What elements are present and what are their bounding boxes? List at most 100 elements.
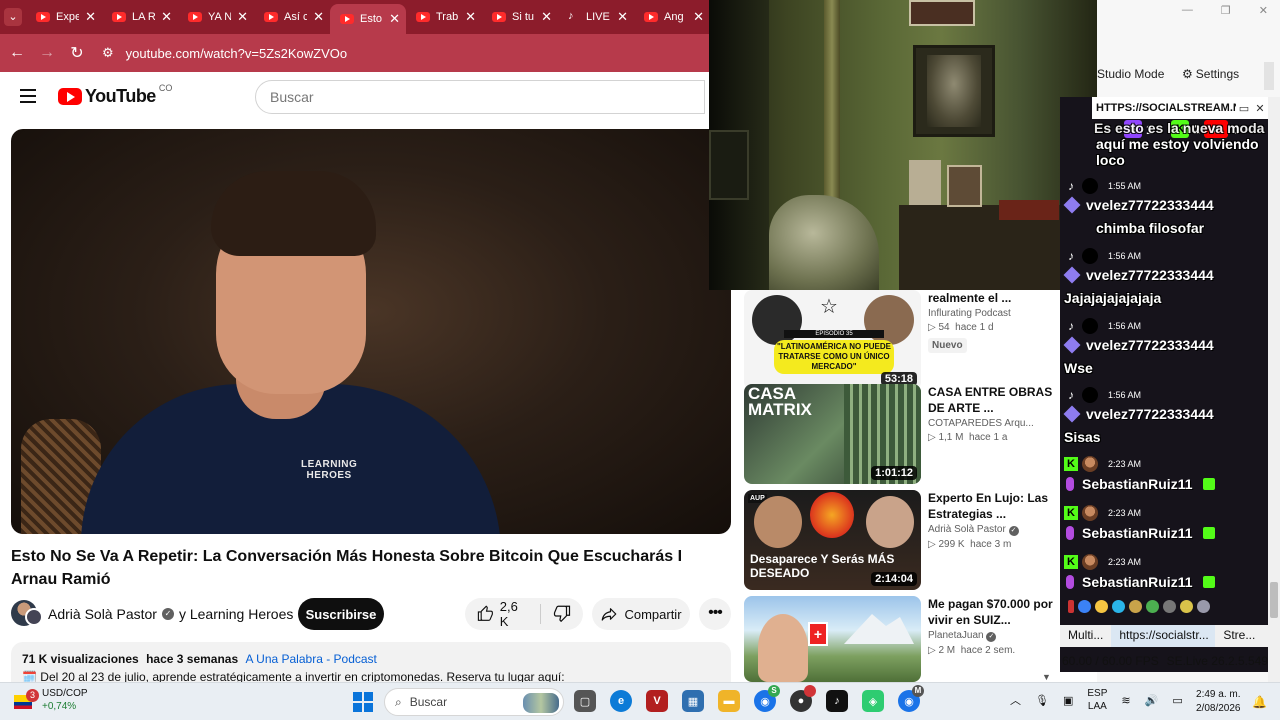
notification-bell-icon[interactable]: 🔔 (1252, 695, 1267, 709)
browser-tab[interactable]: Así c ✕ (254, 0, 330, 34)
chat-username: SebastianRuiz11 (1066, 476, 1215, 492)
file-explorer-icon[interactable]: ▬ (718, 690, 740, 712)
minimize-icon[interactable]: — (1182, 4, 1193, 16)
chrome-icon[interactable]: ◉ S (754, 685, 780, 712)
language-indicator[interactable]: ESP LAA (1087, 687, 1107, 713)
taskbar-search[interactable]: ⌕ Buscar (384, 688, 564, 716)
subscribe-button[interactable]: Suscribirse (298, 598, 384, 630)
browser-tab[interactable]: LA R ✕ (102, 0, 178, 34)
recording-badge (804, 685, 816, 697)
recommended-video[interactable]: + Me pagan $70.000 por vivir en SUIZ... … (744, 596, 1054, 696)
recommended-title[interactable]: Me pagan $70.000 por vivir en SUIZ... (928, 596, 1054, 628)
close-tab-icon[interactable]: ✕ (465, 9, 476, 25)
video-thumbnail[interactable]: ☆ EPISODIO 35 "LATINOAMÉRICA NO PUEDE TR… (744, 290, 921, 390)
chat-username: vvelez77722333444 (1063, 405, 1214, 423)
close-tab-icon[interactable]: ✕ (693, 9, 704, 25)
url-field[interactable]: ⚙ youtube.com/watch?v=5Zs2KowZVOo (102, 45, 347, 61)
video-thumbnail[interactable]: + (744, 596, 921, 682)
webcam-small-frame (909, 0, 975, 26)
tab-search-button[interactable]: ⌄ (0, 0, 26, 34)
scroll-down-arrow-icon[interactable]: ▼ (1042, 672, 1051, 682)
recommended-title[interactable]: realmente el ... (928, 290, 1054, 306)
tab-label: Si tu (512, 11, 535, 23)
display-icon[interactable]: ▣ (1063, 694, 1073, 707)
recommended-title[interactable]: Experto En Lujo: Las Estrategias ... (928, 490, 1054, 522)
chevron-up-icon[interactable]: ︿ (1010, 692, 1021, 708)
podcast-link[interactable]: A Una Palabra - Podcast (245, 652, 376, 666)
more-actions-button[interactable]: ••• (699, 598, 731, 630)
tab-label: LIVE (586, 11, 610, 23)
channel-name[interactable]: Adrià Solà Pastor ✓ y Learning Heroes (48, 606, 293, 622)
youtube-logo[interactable]: YouTube CO (58, 83, 172, 107)
close-icon[interactable]: ✕ (1259, 4, 1268, 17)
back-button[interactable]: ← (2, 44, 32, 62)
video-player[interactable]: LEARNING HEROES (11, 129, 731, 534)
app-icon[interactable]: ◈ (862, 690, 884, 712)
recommended-channel[interactable]: PlanetaJuan ✓ (928, 630, 1054, 642)
close-icon[interactable]: ✕ (1252, 102, 1268, 115)
microphone-icon[interactable]: 🎙 (1035, 694, 1049, 707)
recommended-channel[interactable]: Influrating Podcast (928, 308, 1054, 319)
recommended-video[interactable]: ☆ EPISODIO 35 "LATINOAMÉRICA NO PUEDE TR… (744, 290, 1054, 390)
dock-tab[interactable]: Multi... (1060, 625, 1111, 647)
obs-icon[interactable]: ● (790, 685, 816, 712)
dock-tab[interactable]: Stre... (1215, 625, 1263, 647)
collab-avatar[interactable] (25, 608, 43, 626)
browser-tab[interactable]: YA N ✕ (178, 0, 254, 34)
recommended-video[interactable]: CASA MATRIX 1:01:12 CASA ENTRE OBRAS DE … (744, 384, 1054, 484)
close-tab-icon[interactable]: ✕ (617, 9, 628, 25)
close-tab-icon[interactable]: ✕ (313, 9, 324, 25)
browser-tab[interactable]: Trab ✕ (406, 0, 482, 34)
battery-icon[interactable]: ▭ (1172, 694, 1182, 707)
menu-icon[interactable] (20, 89, 36, 107)
dock-tab-active[interactable]: https://socialstr... (1111, 625, 1216, 647)
recommended-title[interactable]: CASA ENTRE OBRAS DE ARTE ... (928, 384, 1054, 416)
close-tab-icon[interactable]: ✕ (85, 9, 96, 25)
tiktok-icon[interactable]: ♪ (826, 690, 848, 712)
description-box[interactable]: 71 K visualizaciones hace 3 semanas A Un… (11, 642, 731, 684)
edge-icon[interactable]: e (610, 690, 632, 712)
stock-widget[interactable]: 3 USD/COP +0,74% (14, 687, 88, 713)
settings-button[interactable]: ⚙ Settings (1182, 67, 1239, 81)
video-thumbnail[interactable]: CASA MATRIX 1:01:12 (744, 384, 921, 484)
maximize-icon[interactable]: ❐ (1221, 4, 1231, 17)
close-tab-icon[interactable]: ✕ (237, 9, 248, 25)
studio-toolbar: Studio Mode ⚙ Settings (1097, 62, 1267, 86)
recommended-channel[interactable]: COTAPAREDES Arqu... (928, 418, 1054, 429)
video-thumbnail[interactable]: AUP Desaparece Y Serás MÁS DESEADO 2:14:… (744, 490, 921, 590)
clock[interactable]: 2:49 a. m. 2/08/2026 (1196, 688, 1241, 716)
browser-tab[interactable]: Expe ✕ (26, 0, 102, 34)
recommended-scrollbar[interactable]: ▼ (1040, 290, 1054, 682)
recommended-channel[interactable]: Adrià Solà Pastor ✓ (928, 524, 1054, 536)
close-tab-icon[interactable]: ✕ (161, 9, 172, 25)
chrome-icon[interactable]: ◉ M (898, 685, 924, 712)
site-settings-icon[interactable]: ⚙ (102, 45, 114, 61)
task-view-icon[interactable]: ▢ (574, 690, 596, 712)
close-tab-icon[interactable]: ✕ (541, 9, 552, 25)
toolbar-scrollbar[interactable] (1264, 62, 1274, 90)
search-input[interactable]: Buscar (255, 80, 705, 114)
browser-tab[interactable]: ♪ LIVE ✕ (558, 0, 634, 34)
forward-button[interactable]: → (32, 44, 62, 62)
close-tab-icon[interactable]: ✕ (389, 11, 400, 27)
version-label: SE.Live 26.2.5.549 (1166, 654, 1268, 668)
start-button[interactable] (353, 692, 373, 712)
browser-tab[interactable]: Ang ✕ (634, 0, 710, 34)
dislike-button[interactable] (541, 604, 583, 625)
wifi-icon[interactable]: ≋ (1121, 694, 1130, 707)
panel-scrollbar[interactable] (1268, 97, 1280, 682)
stock-text: USD/COP +0,74% (42, 687, 88, 713)
like-button[interactable]: 2,6 K (465, 599, 541, 629)
reload-button[interactable]: ↻ (62, 43, 92, 63)
dock-restore-icon[interactable]: ▭ (1236, 102, 1252, 115)
recommended-video[interactable]: AUP Desaparece Y Serás MÁS DESEADO 2:14:… (744, 490, 1054, 590)
browser-tab[interactable]: Si tu ✕ (482, 0, 558, 34)
app-shield-icon[interactable]: V (646, 690, 668, 712)
studio-mode-button[interactable]: Studio Mode (1097, 67, 1182, 81)
store-icon[interactable]: ▦ (682, 690, 704, 712)
share-button[interactable]: Compartir (592, 598, 690, 630)
volume-icon[interactable]: 🔊 (1145, 694, 1159, 707)
scrollbar-thumb[interactable] (1270, 582, 1278, 618)
chat-username: vvelez77722333444 (1063, 336, 1214, 354)
browser-tab[interactable]: Esto ✕ (330, 4, 406, 34)
